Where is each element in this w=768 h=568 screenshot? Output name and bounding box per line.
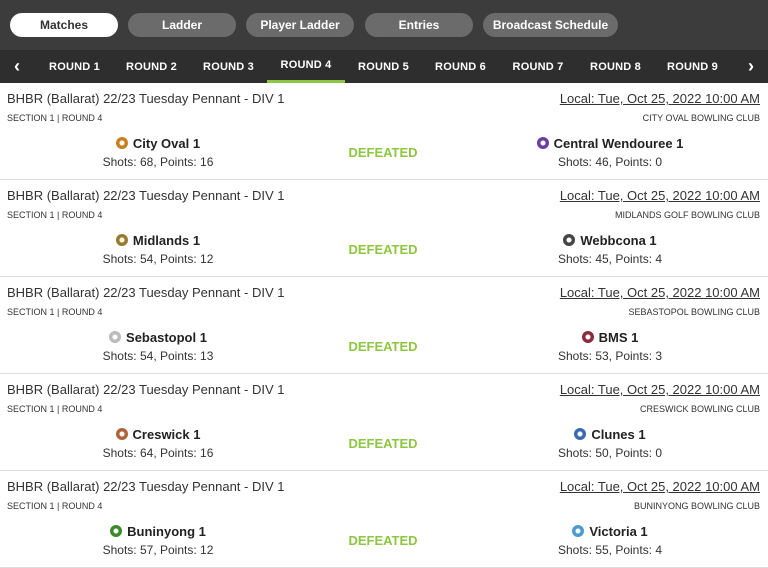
home-team-name[interactable]: City Oval 1 xyxy=(133,136,200,151)
home-team-name[interactable]: Creswick 1 xyxy=(133,427,201,442)
team-crest-icon xyxy=(109,331,122,343)
tab-player-ladder[interactable]: Player Ladder xyxy=(246,13,354,37)
match-datetime-link[interactable]: Local: Tue, Oct 25, 2022 10:00 AM xyxy=(560,285,760,300)
home-team: City Oval 1 Shots: 68, Points: 16 xyxy=(58,134,258,170)
team-crest-icon xyxy=(115,137,128,149)
home-team-name[interactable]: Buninyong 1 xyxy=(127,524,206,539)
top-nav-bar: Matches Ladder Player Ladder Entries Bro… xyxy=(0,0,768,50)
venue-name: BUNINYONG BOWLING CLUB xyxy=(633,501,760,511)
team-crest-icon xyxy=(572,525,585,537)
competition-name: BHBR (Ballarat) 22/23 Tuesday Pennant - … xyxy=(7,188,285,203)
match-card[interactable]: BHBR (Ballarat) 22/23 Tuesday Pennant - … xyxy=(0,277,768,374)
match-card[interactable]: BHBR (Ballarat) 22/23 Tuesday Pennant - … xyxy=(0,471,768,568)
tab-broadcast-schedule[interactable]: Broadcast Schedule xyxy=(483,13,618,37)
competition-name: BHBR (Ballarat) 22/23 Tuesday Pennant - … xyxy=(7,382,285,397)
away-team-score: Shots: 50, Points: 0 xyxy=(557,446,663,460)
section-round-label: SECTION 1 | ROUND 4 xyxy=(7,307,103,317)
match-datetime-link[interactable]: Local: Tue, Oct 25, 2022 10:00 AM xyxy=(560,188,760,203)
venue-name: MIDLANDS GOLF BOWLING CLUB xyxy=(614,210,760,220)
home-team-score: Shots: 64, Points: 16 xyxy=(102,446,214,460)
team-crest-icon xyxy=(574,428,587,440)
team-crest-icon xyxy=(581,331,594,343)
away-team-name[interactable]: Victoria 1 xyxy=(589,524,647,539)
match-card[interactable]: BHBR (Ballarat) 22/23 Tuesday Pennant - … xyxy=(0,83,768,180)
round-selector: ‹ ROUND 1 ROUND 2 ROUND 3 ROUND 4 ROUND … xyxy=(0,50,768,83)
away-team: Victoria 1 Shots: 55, Points: 4 xyxy=(510,522,710,558)
section-round-label: SECTION 1 | ROUND 4 xyxy=(7,210,103,220)
match-result: DEFEATED xyxy=(348,145,418,160)
round-tab-7[interactable]: ROUND 7 xyxy=(499,50,577,83)
tab-ladder[interactable]: Ladder xyxy=(128,13,236,37)
chevron-right-icon[interactable]: › xyxy=(736,50,766,83)
team-crest-icon xyxy=(563,234,576,246)
round-tab-8[interactable]: ROUND 8 xyxy=(577,50,654,83)
round-tab-9[interactable]: ROUND 9 xyxy=(654,50,731,83)
match-datetime-link[interactable]: Local: Tue, Oct 25, 2022 10:00 AM xyxy=(560,382,760,397)
away-team: BMS 1 Shots: 53, Points: 3 xyxy=(510,328,710,364)
venue-name: SEBASTOPOL BOWLING CLUB xyxy=(628,307,760,317)
team-crest-icon xyxy=(115,234,128,246)
match-datetime-link[interactable]: Local: Tue, Oct 25, 2022 10:00 AM xyxy=(560,479,760,494)
match-datetime-link[interactable]: Local: Tue, Oct 25, 2022 10:00 AM xyxy=(560,91,760,106)
away-team: Clunes 1 Shots: 50, Points: 0 xyxy=(510,425,710,461)
venue-name: CITY OVAL BOWLING CLUB xyxy=(642,113,760,123)
home-team-score: Shots: 57, Points: 12 xyxy=(102,543,214,557)
section-round-label: SECTION 1 | ROUND 4 xyxy=(7,404,103,414)
away-team: Webbcona 1 Shots: 45, Points: 4 xyxy=(510,231,710,267)
away-team-name[interactable]: BMS 1 xyxy=(599,330,639,345)
round-tab-5[interactable]: ROUND 5 xyxy=(345,50,422,83)
home-team-name[interactable]: Sebastopol 1 xyxy=(126,330,207,345)
venue-name: CRESWICK BOWLING CLUB xyxy=(639,404,760,414)
away-team-score: Shots: 46, Points: 0 xyxy=(557,155,663,169)
competition-name: BHBR (Ballarat) 22/23 Tuesday Pennant - … xyxy=(7,285,285,300)
away-team-name[interactable]: Clunes 1 xyxy=(591,427,645,442)
away-team-name[interactable]: Webbcona 1 xyxy=(580,233,656,248)
match-result: DEFEATED xyxy=(348,339,418,354)
match-card[interactable]: BHBR (Ballarat) 22/23 Tuesday Pennant - … xyxy=(0,374,768,471)
competition-name: BHBR (Ballarat) 22/23 Tuesday Pennant - … xyxy=(7,479,285,494)
away-team-score: Shots: 53, Points: 3 xyxy=(557,349,663,363)
home-team-score: Shots: 54, Points: 13 xyxy=(102,349,214,363)
competition-name: BHBR (Ballarat) 22/23 Tuesday Pennant - … xyxy=(7,91,285,106)
team-crest-icon xyxy=(536,137,549,149)
match-result: DEFEATED xyxy=(348,436,418,451)
away-team-score: Shots: 55, Points: 4 xyxy=(557,543,663,557)
home-team-score: Shots: 68, Points: 16 xyxy=(102,155,214,169)
match-card[interactable]: BHBR (Ballarat) 22/23 Tuesday Pennant - … xyxy=(0,180,768,277)
away-team-score: Shots: 45, Points: 4 xyxy=(557,252,663,266)
round-tab-4[interactable]: ROUND 4 xyxy=(267,50,345,83)
round-tab-1[interactable]: ROUND 1 xyxy=(36,50,113,83)
tab-entries[interactable]: Entries xyxy=(365,13,473,37)
home-team: Midlands 1 Shots: 54, Points: 12 xyxy=(58,231,258,267)
section-round-label: SECTION 1 | ROUND 4 xyxy=(7,501,103,511)
home-team-name[interactable]: Midlands 1 xyxy=(133,233,200,248)
match-result: DEFEATED xyxy=(348,242,418,257)
match-list: BHBR (Ballarat) 22/23 Tuesday Pennant - … xyxy=(0,83,768,568)
home-team: Sebastopol 1 Shots: 54, Points: 13 xyxy=(58,328,258,364)
away-team: Central Wendouree 1 Shots: 46, Points: 0 xyxy=(510,134,710,169)
team-crest-icon xyxy=(110,525,123,537)
home-team-score: Shots: 54, Points: 12 xyxy=(102,252,214,266)
match-result: DEFEATED xyxy=(348,533,418,548)
round-tab-2[interactable]: ROUND 2 xyxy=(113,50,190,83)
chevron-left-icon[interactable]: ‹ xyxy=(2,50,32,83)
home-team: Buninyong 1 Shots: 57, Points: 12 xyxy=(58,522,258,558)
team-crest-icon xyxy=(115,428,128,440)
away-team-name[interactable]: Central Wendouree 1 xyxy=(554,136,684,151)
round-tab-3[interactable]: ROUND 3 xyxy=(190,50,267,83)
round-tab-6[interactable]: ROUND 6 xyxy=(422,50,499,83)
tab-matches[interactable]: Matches xyxy=(10,13,118,37)
section-round-label: SECTION 1 | ROUND 4 xyxy=(7,113,103,123)
home-team: Creswick 1 Shots: 64, Points: 16 xyxy=(58,425,258,461)
